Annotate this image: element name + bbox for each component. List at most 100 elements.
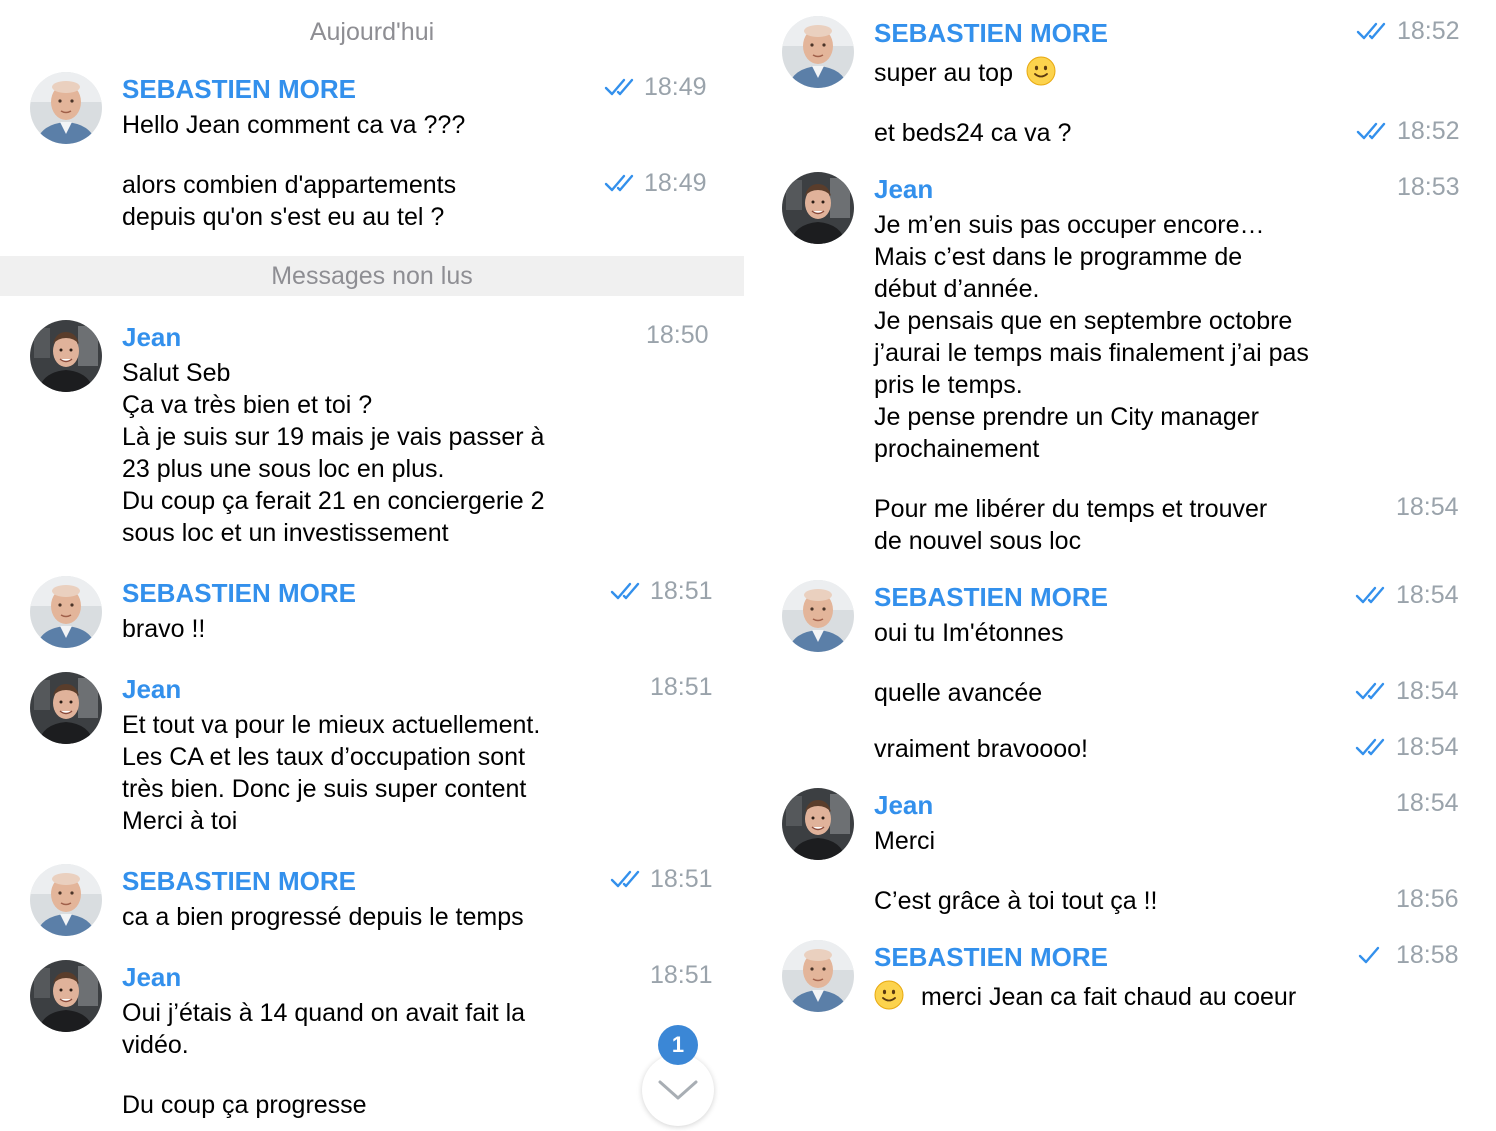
double-check-icon [1356,122,1386,140]
message-text: C’est grâce à toi tout ça !! [874,887,1158,915]
chat-panel-left: Aujourd'hui SEBASTIEN MORE 18:49 Hello J… [0,0,744,1130]
message-text: quelle avancée [874,679,1043,707]
avatar[interactable] [30,864,102,936]
message-time: 18:54 [1396,733,1459,761]
message-text: Je pensais que en septembre octobre [874,307,1293,335]
avatar-photo [30,320,102,392]
message-text: vidéo. [122,1031,189,1059]
message-text: oui tu Im'étonnes [874,619,1064,647]
message-time: 18:54 [1396,789,1459,817]
message-text-content: merci Jean ca fait chaud au coeur [920,983,1297,1011]
sender-name[interactable]: SEBASTIEN MORE [874,580,1108,614]
avatar[interactable] [30,320,102,392]
sender-name[interactable]: Jean [122,672,181,706]
sender-name[interactable]: SEBASTIEN MORE [122,72,356,106]
message-text: Les CA et les taux d’occupation sont [122,743,526,771]
sender-name[interactable]: SEBASTIEN MORE [874,940,1108,974]
message-text: Mais c’est dans le programme de [874,243,1243,271]
avatar[interactable] [782,940,854,1012]
message-text: bravo !! [122,615,206,643]
message-time: 18:51 [650,577,713,605]
message-time: 18:54 [1396,677,1459,705]
double-check-icon [1356,22,1386,40]
unread-messages-separator: Messages non lus [0,256,744,296]
double-check-icon [1355,682,1385,700]
slightly-smiling-face-icon [1026,56,1056,86]
message-time: 18:56 [1396,885,1459,913]
message-text: Oui j’étais à 14 quand on avait fait la [122,999,526,1027]
message-time: 18:49 [644,73,707,101]
message-text: Je m’en suis pas occuper encore… [874,211,1265,239]
message-text: début d’année. [874,275,1040,303]
avatar-photo [782,788,854,860]
message-text: alors combien d'appartements [122,171,457,199]
avatar[interactable] [30,960,102,1032]
avatar[interactable] [782,16,854,88]
message-text: sous loc et un investissement [122,519,449,547]
message-text: 23 plus une sous loc en plus. [122,455,445,483]
message-time: 18:53 [1397,173,1460,201]
avatar-photo [30,672,102,744]
message-time: 18:58 [1396,941,1459,969]
check-icon [1358,946,1380,964]
message-text: Merci [874,827,936,855]
double-check-icon [610,582,640,600]
message-text: Là je suis sur 19 mais je vais passer à [122,423,545,451]
sender-name[interactable]: Jean [874,788,933,822]
message-text: Salut Seb [122,359,231,387]
avatar-photo [782,940,854,1012]
message-text: et beds24 ca va ? [874,119,1072,147]
avatar[interactable] [782,788,854,860]
chat-panel-right: SEBASTIEN MORE 18:52 super au top et bed… [752,0,1496,1130]
sender-name[interactable]: Jean [122,960,181,994]
message-text: Du coup ça progresse [122,1091,367,1119]
avatar-photo [782,580,854,652]
message-text: ca a bien progressé depuis le temps [122,903,524,931]
sender-name[interactable]: SEBASTIEN MORE [122,864,356,898]
sender-name[interactable]: SEBASTIEN MORE [874,16,1108,50]
message-time: 18:50 [646,321,709,349]
double-check-icon [1355,738,1385,756]
message-text: Et tout va pour le mieux actuellement. [122,711,541,739]
double-check-icon [610,870,640,888]
message-text: depuis qu'on s'est eu au tel ? [122,203,445,231]
unread-count-badge[interactable]: 1 [658,1025,698,1065]
avatar-photo [782,16,854,88]
message-time: 18:49 [644,169,707,197]
avatar-photo [30,960,102,1032]
avatar[interactable] [782,172,854,244]
message-text: pris le temps. [874,371,1023,399]
message-text: Hello Jean comment ca va ??? [122,111,466,139]
double-check-icon [604,78,634,96]
message-time: 18:51 [650,673,713,701]
message-time: 18:51 [650,961,713,989]
message-text: de nouvel sous loc [874,527,1082,555]
avatar[interactable] [30,72,102,144]
double-check-icon [604,174,634,192]
message-time: 18:52 [1397,117,1460,145]
sender-name[interactable]: Jean [874,172,933,206]
avatar-photo [30,864,102,936]
sender-name[interactable]: SEBASTIEN MORE [122,576,356,610]
date-separator: Aujourd'hui [309,18,435,46]
sender-name[interactable]: Jean [122,320,181,354]
message-time: 18:54 [1396,581,1459,609]
message-text: prochainement [874,435,1040,463]
message-text: merci Jean ca fait chaud au coeur [874,980,1297,1013]
message-text: j’aurai le temps mais finalement j’ai pa… [874,339,1309,367]
slightly-smiling-face-icon [874,980,904,1010]
message-time: 18:51 [650,865,713,893]
message-text: Pour me libérer du temps et trouver [874,495,1268,523]
double-check-icon [1355,586,1385,604]
message-time: 18:54 [1396,493,1459,521]
message-time: 18:52 [1397,17,1460,45]
avatar[interactable] [30,672,102,744]
avatar-photo [782,172,854,244]
message-text: Merci à toi [122,807,238,835]
message-text: super au top [874,56,1056,89]
message-text: Je pense prendre un City manager [874,403,1259,431]
message-text: Ça va très bien et toi ? [122,391,373,419]
message-text: Du coup ça ferait 21 en conciergerie 2 [122,487,545,515]
avatar[interactable] [30,576,102,648]
avatar[interactable] [782,580,854,652]
